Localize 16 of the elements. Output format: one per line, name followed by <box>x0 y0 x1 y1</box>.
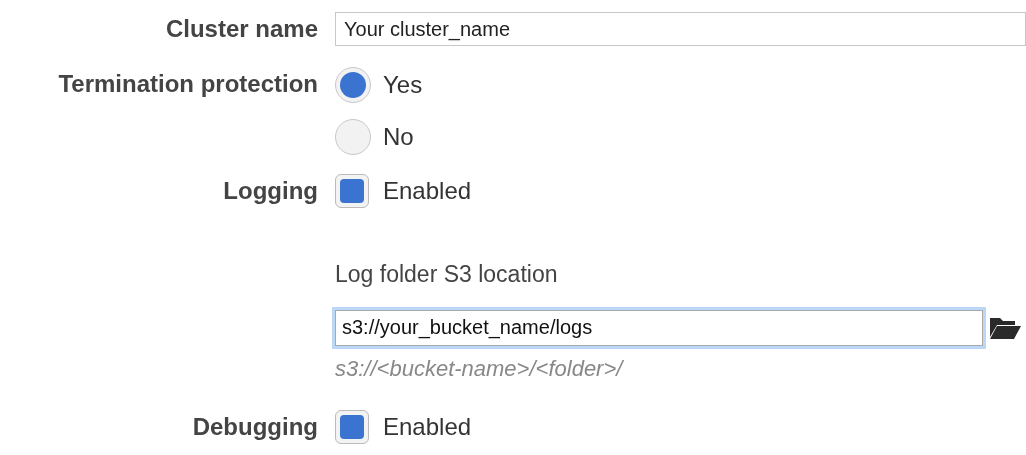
radio-button[interactable] <box>335 119 371 155</box>
field-label: Cluster name <box>164 14 318 44</box>
checkbox[interactable] <box>335 174 369 208</box>
radio-button[interactable] <box>335 67 371 103</box>
radio-label: No <box>383 122 414 152</box>
log-location-field[interactable]: s3://your_bucket_name/logs <box>335 309 983 346</box>
field-label: Termination protection <box>58 69 318 99</box>
cluster-name-field[interactable]: Your cluster_name <box>335 12 1026 46</box>
field-label: Debugging <box>192 411 318 442</box>
radio-label: Yes <box>383 70 423 100</box>
hint-text: s3://<bucket-name>/<folder>/ <box>335 354 625 383</box>
field-label: Log folder S3 location <box>335 260 559 289</box>
checkbox-label: Enabled <box>383 411 472 442</box>
field-label: Logging <box>223 176 318 206</box>
checkbox[interactable] <box>335 409 369 444</box>
checkbox-label: Enabled <box>383 176 472 206</box>
